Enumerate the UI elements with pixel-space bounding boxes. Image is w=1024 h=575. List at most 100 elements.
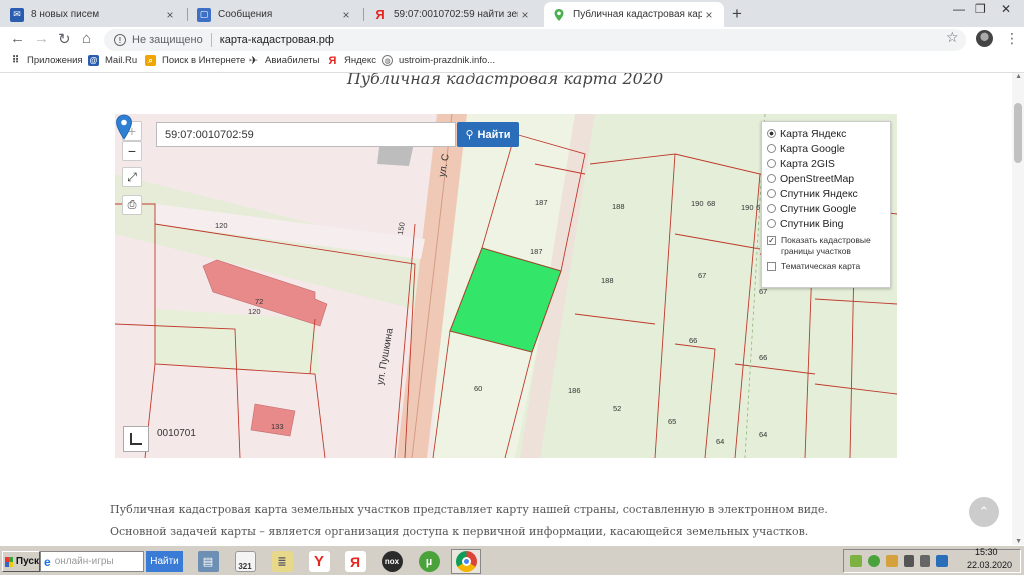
zoom-out-button[interactable]: − xyxy=(122,141,142,161)
taskbar-app-calendar[interactable]: 321 xyxy=(230,549,260,574)
checkbox[interactable] xyxy=(767,262,776,271)
volume-icon[interactable] xyxy=(920,555,930,567)
clock-time[interactable]: 15:30 xyxy=(975,547,998,557)
layer-option[interactable]: Карта Google xyxy=(767,141,885,156)
thematic-map-option[interactable]: Тематическая карта xyxy=(767,261,885,272)
scroll-up-arrow-icon[interactable]: ▲ xyxy=(1015,73,1022,80)
option-label: Тематическая карта xyxy=(781,261,861,271)
tab-mail[interactable]: ✉ 8 новых писем × xyxy=(2,2,185,27)
parcel-label: 190 xyxy=(691,199,704,208)
basemap-toggle-button[interactable] xyxy=(123,426,149,452)
taskbar-app-yandex-browser[interactable]: Y xyxy=(304,549,334,574)
scroll-to-top-button[interactable]: ⌃ xyxy=(969,497,999,527)
radio-button[interactable] xyxy=(767,189,776,198)
minimize-icon[interactable]: — xyxy=(953,2,965,16)
language-icon[interactable] xyxy=(936,555,948,567)
back-arrow-icon[interactable]: ← xyxy=(10,30,25,47)
bookmark-search[interactable]: ⌕ Поиск в Интернете xyxy=(145,55,245,66)
tab-label: 8 новых писем xyxy=(31,9,100,20)
restore-icon[interactable]: ❐ xyxy=(975,2,986,16)
layer-option[interactable]: OpenStreetMap xyxy=(767,171,885,186)
tab-yandex-search[interactable]: Я 59:07:0010702:59 найти земельны × xyxy=(365,2,540,27)
layer-option[interactable]: Спутник Яндекс xyxy=(767,186,885,201)
parcel-label: 68 xyxy=(707,199,716,208)
taskbar-app-chrome[interactable] xyxy=(451,549,481,574)
option-label: Показать кадастровые границы участков xyxy=(781,235,871,256)
new-tab-button[interactable]: + xyxy=(732,4,742,24)
scroll-down-arrow-icon[interactable]: ▼ xyxy=(1015,538,1022,545)
search-button-label: Найти xyxy=(477,128,511,141)
search-button[interactable]: ⚲ Найти xyxy=(457,122,519,147)
taskbar-app-yandex[interactable]: Я xyxy=(340,549,370,574)
start-button[interactable]: Пуск xyxy=(2,551,40,572)
cadastral-map[interactable]: 187 187 188 188 190 68 190 6 67 67 66 66… xyxy=(115,114,897,458)
tab-messages[interactable]: ▢ Сообщения × xyxy=(189,2,361,27)
radio-button[interactable] xyxy=(767,204,776,213)
tab-cadastral-map[interactable]: Публичная кадастровая карта рос × xyxy=(544,2,724,27)
close-icon[interactable]: × xyxy=(518,8,532,22)
network-icon[interactable] xyxy=(904,555,914,567)
taskbar-app-calendar[interactable] xyxy=(196,549,226,574)
search-icon: ⚲ xyxy=(465,129,474,141)
address-bar[interactable]: ! Не защищено карта-кадастровая.рф xyxy=(104,29,966,51)
layer-option[interactable]: Спутник Bing xyxy=(767,216,885,231)
reload-icon[interactable]: ↻ xyxy=(58,30,71,48)
close-icon[interactable]: × xyxy=(163,8,177,22)
bookmark-star-icon[interactable]: ☆ xyxy=(946,29,959,46)
taskbar-app-nox[interactable]: nox xyxy=(377,549,407,574)
bookmark-yandex[interactable]: Я Яндекс xyxy=(327,54,376,67)
close-icon[interactable]: × xyxy=(339,8,353,22)
show-boundaries-option[interactable]: ✓ Показать кадастровые границы участков xyxy=(767,235,885,257)
layer-option[interactable]: Спутник Google xyxy=(767,201,885,216)
utorrent-tray-icon[interactable] xyxy=(868,555,880,567)
yandex-icon: Я xyxy=(328,54,337,67)
home-icon[interactable]: ⌂ xyxy=(82,30,91,47)
menu-dots-icon[interactable]: ⋮ xyxy=(1005,30,1019,47)
profile-avatar[interactable] xyxy=(976,30,993,47)
parcel-label: 67 xyxy=(759,287,768,296)
page-scrollbar[interactable]: ▲ ▼ xyxy=(1012,73,1024,545)
layer-switcher: Карта Яндекс Карта Google Карта 2GIS Ope… xyxy=(761,121,891,288)
layer-label: Спутник Bing xyxy=(780,217,844,230)
map-pin-icon[interactable] xyxy=(115,114,133,140)
checkbox[interactable]: ✓ xyxy=(767,236,776,245)
forward-arrow-icon[interactable]: → xyxy=(34,30,49,47)
taskbar-search-button[interactable]: Найти xyxy=(146,551,183,572)
parcel-label: 66 xyxy=(759,353,768,362)
plane-icon: ✈ xyxy=(248,55,259,67)
radio-button[interactable] xyxy=(767,159,776,168)
tray-app-icon[interactable] xyxy=(850,555,862,567)
tab-strip: ✉ 8 новых писем × ▢ Сообщения × Я 59:07:… xyxy=(0,0,1024,27)
layer-option[interactable]: Карта Яндекс xyxy=(767,126,885,141)
taskbar-app-utorrent[interactable]: µ xyxy=(414,549,444,574)
fullscreen-icon[interactable]: ⤢ xyxy=(122,167,142,187)
close-icon[interactable]: × xyxy=(702,8,716,22)
parcel-label: 186 xyxy=(568,386,581,395)
taskbar-app-notepad[interactable]: ≣ xyxy=(267,549,297,574)
radio-button[interactable] xyxy=(767,174,776,183)
cadastral-number-input[interactable] xyxy=(156,122,456,147)
parcel-label: 120 xyxy=(215,221,228,230)
taskbar-search-input[interactable]: e онлайн-игры xyxy=(40,551,144,572)
bookmark-avia[interactable]: ✈ Авиабилеты xyxy=(248,55,320,67)
radio-button[interactable] xyxy=(767,129,776,138)
bookmark-apps[interactable]: ⠿ Приложения xyxy=(10,55,83,66)
radio-button[interactable] xyxy=(767,144,776,153)
radio-button[interactable] xyxy=(767,219,776,228)
scroll-thumb[interactable] xyxy=(1014,103,1022,163)
globe-icon: ◍ xyxy=(382,55,393,66)
bookmark-mailru[interactable]: @ Mail.Ru xyxy=(88,55,137,66)
bookmark-label: Приложения xyxy=(27,55,83,66)
parcel-label: 187 xyxy=(535,198,548,207)
layer-option[interactable]: Карта 2GIS xyxy=(767,156,885,171)
close-window-icon[interactable]: ✕ xyxy=(1001,2,1011,16)
print-icon[interactable]: ⎙ xyxy=(122,195,142,215)
parcel-label: 6 xyxy=(756,203,761,212)
bookmark-label: Яндекс xyxy=(344,55,376,66)
bookmark-ustroim[interactable]: ◍ ustroim-prazdnik.info... xyxy=(382,55,495,66)
tray-app-icon[interactable] xyxy=(886,555,898,567)
utorrent-icon: µ xyxy=(418,551,440,572)
search-icon: ⌕ xyxy=(145,55,156,66)
parcel-label: 120 xyxy=(248,307,261,316)
clock-date[interactable]: 22.03.2020 xyxy=(967,560,1012,570)
